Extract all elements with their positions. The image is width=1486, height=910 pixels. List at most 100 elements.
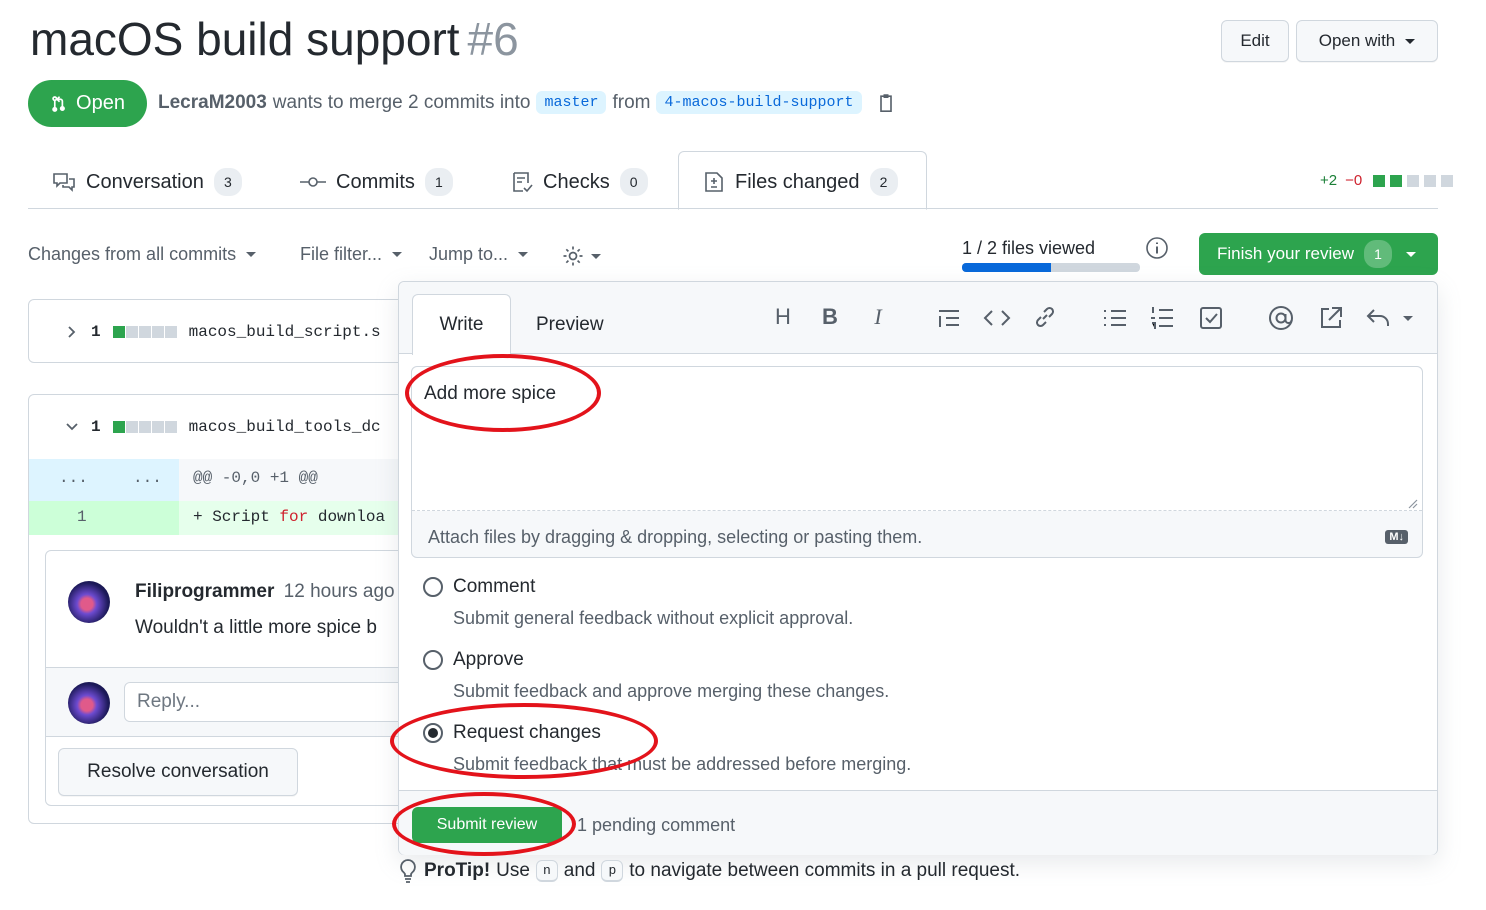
hunk-expand-left[interactable]: ... bbox=[59, 469, 88, 487]
caret-down-icon bbox=[1405, 38, 1416, 44]
diffstat-deletions: −0 bbox=[1345, 172, 1363, 189]
review-option-text: Comment Submit general feedback without … bbox=[453, 576, 853, 629]
open-with-button[interactable]: Open with bbox=[1296, 20, 1438, 62]
review-option-approve[interactable]: Approve Submit feedback and approve merg… bbox=[423, 649, 889, 702]
finish-review-button[interactable]: Finish your review 1 bbox=[1199, 233, 1438, 275]
file-header[interactable]: 1 macos_build_tools_dc bbox=[29, 395, 407, 459]
comment-time[interactable]: 12 hours ago bbox=[284, 581, 395, 602]
mention-icon[interactable] bbox=[1267, 304, 1295, 332]
tab-conversation[interactable]: Conversation 3 bbox=[52, 168, 242, 196]
diff-line-keyword: for bbox=[279, 508, 309, 526]
changes-from-dropdown[interactable]: Changes from all commits bbox=[28, 244, 257, 265]
link-icon[interactable] bbox=[1032, 304, 1058, 330]
tab-conversation-label: Conversation bbox=[86, 170, 204, 193]
open-with-label: Open with bbox=[1318, 31, 1396, 50]
comment-header: Filiprogrammer 12 hours ago bbox=[135, 581, 395, 603]
head-branch[interactable]: 4-macos-build-support bbox=[656, 91, 862, 114]
review-option-text: Approve Submit feedback and approve merg… bbox=[453, 649, 889, 702]
quote-icon[interactable] bbox=[936, 306, 962, 330]
file-filter-dropdown[interactable]: File filter... bbox=[300, 244, 403, 265]
approve-radio[interactable] bbox=[423, 650, 443, 670]
request-changes-radio[interactable] bbox=[423, 723, 443, 743]
comment-radio[interactable] bbox=[423, 577, 443, 597]
diffstat: +2 −0 bbox=[1320, 172, 1454, 189]
protip-text: Use bbox=[496, 860, 530, 881]
diffstat-block bbox=[1407, 174, 1420, 187]
diff-add-line: 1 + Script for downloa bbox=[29, 501, 407, 535]
copy-branch-icon[interactable] bbox=[876, 92, 896, 114]
avatar[interactable] bbox=[68, 581, 110, 623]
task-list-icon[interactable] bbox=[1198, 305, 1224, 331]
review-textarea[interactable]: Add more spice bbox=[412, 367, 1422, 511]
review-option-comment[interactable]: Comment Submit general feedback without … bbox=[423, 576, 853, 629]
pr-from-text: from bbox=[612, 91, 651, 113]
diffstat-block bbox=[1373, 174, 1386, 187]
diff-hunk-row: ... ... @@ -0,0 +1 @@ bbox=[29, 459, 407, 501]
attach-files-hint[interactable]: Attach files by dragging & dropping, sel… bbox=[428, 527, 922, 548]
tab-commits[interactable]: Commits 1 bbox=[300, 168, 453, 196]
hunk-expand-right[interactable]: ... bbox=[133, 469, 162, 487]
files-viewed-progress bbox=[962, 263, 1140, 272]
base-branch[interactable]: master bbox=[536, 91, 607, 114]
file-diff-icon bbox=[705, 172, 723, 192]
tab-files-changed-label: Files changed bbox=[735, 170, 860, 193]
file-diffstat-block bbox=[112, 326, 125, 338]
review-option-request-changes[interactable]: Request changes Submit feedback that mus… bbox=[423, 722, 911, 775]
comment-author[interactable]: Filiprogrammer bbox=[135, 581, 274, 602]
changes-from-label: Changes from all commits bbox=[28, 244, 237, 264]
diff-settings-dropdown[interactable] bbox=[561, 244, 601, 268]
chevron-down-icon[interactable] bbox=[65, 420, 79, 434]
bold-tool[interactable]: B bbox=[815, 304, 845, 330]
page-title: macOS build support #6 bbox=[30, 12, 519, 66]
reply-icon[interactable] bbox=[1365, 306, 1391, 330]
file-header[interactable]: 1 macos_build_script.s bbox=[29, 300, 407, 362]
file-filter-label: File filter... bbox=[300, 244, 383, 264]
gear-icon bbox=[563, 246, 583, 266]
review-dialog: Write Preview H B I Add more spice Attac… bbox=[398, 281, 1438, 855]
protip-text: to navigate between commits in a pull re… bbox=[629, 860, 1021, 881]
finish-review-count: 1 bbox=[1364, 240, 1392, 268]
pr-author-link[interactable]: LecraM2003 bbox=[158, 92, 267, 114]
tab-files-changed[interactable]: Files changed 2 bbox=[703, 168, 898, 196]
tab-files-changed-count: 2 bbox=[869, 168, 898, 196]
file-diffstat bbox=[112, 326, 177, 338]
tab-preview[interactable]: Preview bbox=[536, 314, 604, 336]
reply-row: Reply... bbox=[46, 667, 404, 737]
chevron-right-icon[interactable] bbox=[65, 325, 79, 339]
resolve-conversation-label: Resolve conversation bbox=[87, 761, 269, 782]
file-name[interactable]: macos_build_script.s bbox=[189, 323, 381, 341]
hunk-header: @@ -0,0 +1 @@ bbox=[193, 469, 318, 487]
resolve-conversation-button[interactable]: Resolve conversation bbox=[58, 748, 298, 796]
markdown-icon[interactable]: M↓ bbox=[1385, 530, 1408, 544]
review-body-field: Add more spice Attach files by dragging … bbox=[411, 366, 1423, 558]
heading-icon: H bbox=[775, 304, 791, 329]
tab-checks[interactable]: Checks 0 bbox=[511, 168, 648, 196]
pr-state-badge: Open bbox=[28, 80, 147, 127]
ordered-list-icon[interactable] bbox=[1149, 305, 1175, 331]
light-bulb-icon bbox=[400, 859, 416, 883]
italic-icon: I bbox=[874, 304, 882, 329]
cross-reference-icon[interactable] bbox=[1317, 304, 1345, 332]
reply-input[interactable]: Reply... bbox=[124, 682, 404, 722]
review-footer: Submit review 1 pending comment bbox=[399, 790, 1437, 855]
caret-down-icon bbox=[246, 252, 257, 257]
code-icon[interactable] bbox=[983, 306, 1011, 330]
file-name[interactable]: macos_build_tools_dc bbox=[189, 418, 381, 436]
heading-tool[interactable]: H bbox=[768, 304, 798, 330]
edit-button[interactable]: Edit bbox=[1221, 20, 1289, 62]
jump-to-dropdown[interactable]: Jump to... bbox=[429, 244, 529, 265]
avatar bbox=[68, 682, 110, 724]
review-option-desc: Submit general feedback without explicit… bbox=[453, 608, 854, 628]
unordered-list-icon[interactable] bbox=[1102, 306, 1128, 330]
file-change-count: 1 bbox=[91, 418, 101, 436]
pr-meta: LecraM2003 wants to merge 2 commits into… bbox=[158, 91, 896, 114]
tab-write[interactable]: Write bbox=[412, 294, 511, 355]
info-icon[interactable] bbox=[1145, 236, 1169, 260]
italic-tool[interactable]: I bbox=[863, 304, 893, 330]
line-number[interactable]: 1 bbox=[77, 508, 87, 526]
caret-down-icon bbox=[591, 253, 601, 259]
submit-review-button[interactable]: Submit review bbox=[412, 807, 562, 843]
caret-down-icon[interactable] bbox=[1403, 316, 1413, 321]
resize-handle-icon[interactable] bbox=[1406, 497, 1418, 509]
file-change-count: 1 bbox=[91, 323, 101, 341]
